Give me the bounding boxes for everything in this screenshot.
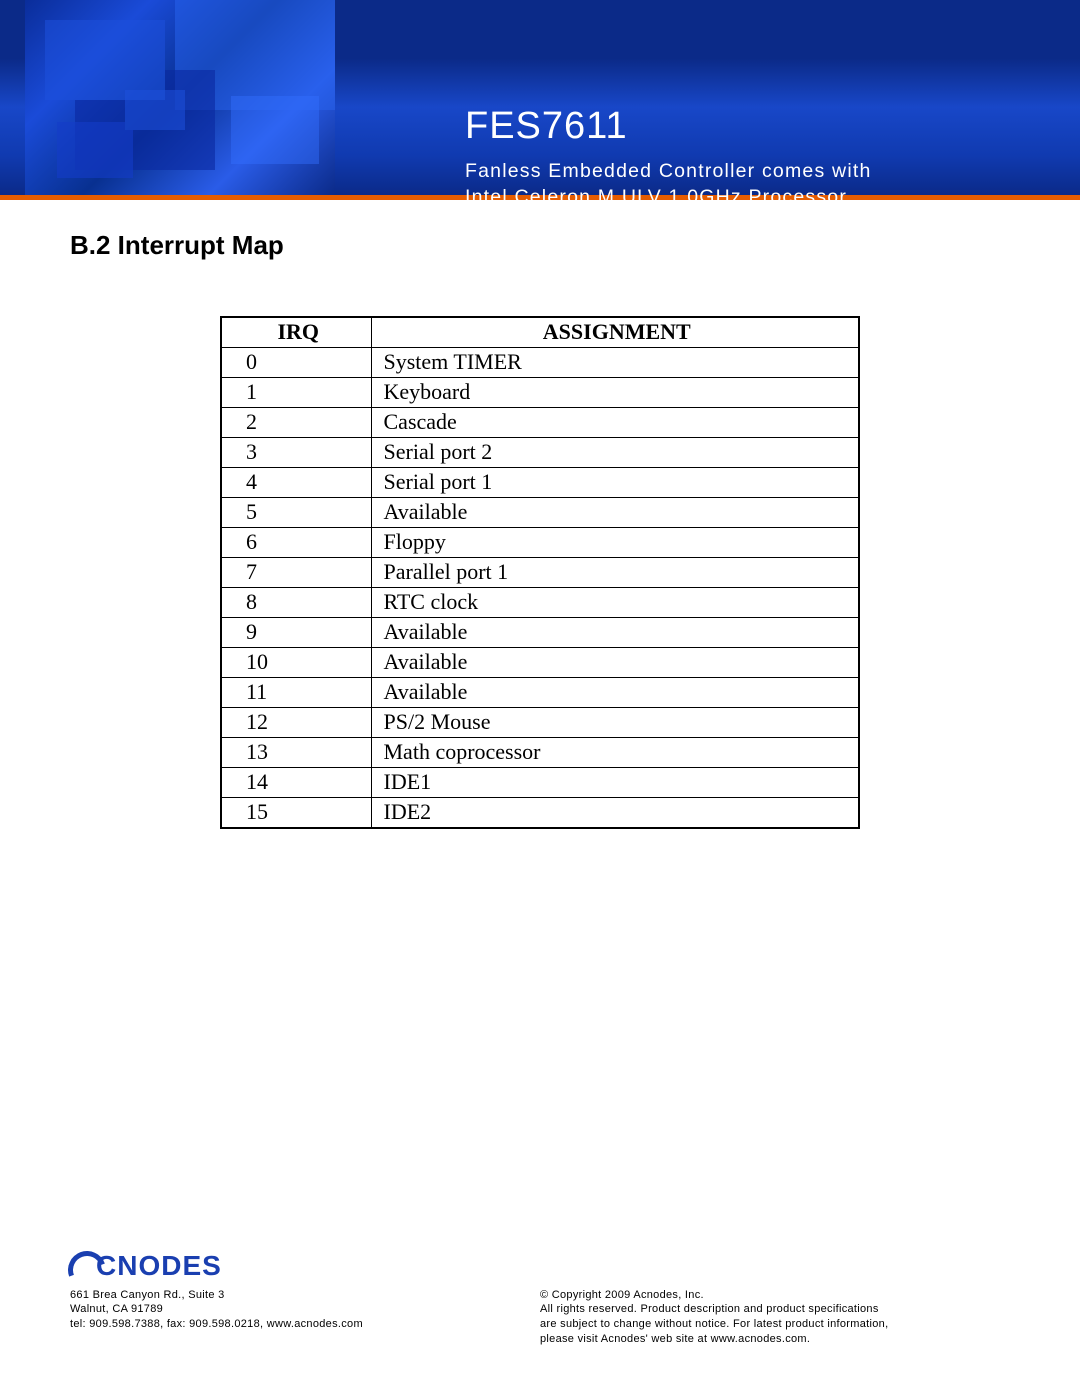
irq-cell: 6	[221, 528, 371, 558]
assignment-cell: Math coprocessor	[371, 738, 859, 768]
interrupt-map-table: IRQ ASSIGNMENT 0System TIMER1Keyboard2Ca…	[220, 316, 860, 829]
subtitle-line-1: Fanless Embedded Controller comes with	[465, 158, 872, 184]
table-row: 10Available	[221, 648, 859, 678]
assignment-cell: IDE2	[371, 798, 859, 829]
legal-line-2: are subject to change without notice. Fo…	[540, 1317, 1010, 1332]
irq-cell: 11	[221, 678, 371, 708]
header-decorative-image	[25, 0, 335, 195]
assignment-cell: Serial port 1	[371, 468, 859, 498]
footer-legal-block: © Copyright 2009 Acnodes, Inc. All right…	[540, 1288, 1010, 1347]
copyright-line: © Copyright 2009 Acnodes, Inc.	[540, 1288, 1010, 1303]
section-heading: B.2 Interrupt Map	[70, 230, 1010, 261]
logo-arc-icon	[70, 1249, 94, 1283]
table-row: 2Cascade	[221, 408, 859, 438]
irq-cell: 10	[221, 648, 371, 678]
table-row: 7Parallel port 1	[221, 558, 859, 588]
col-header-assignment: ASSIGNMENT	[371, 317, 859, 348]
assignment-cell: Available	[371, 648, 859, 678]
footer-logo-row: CNODES	[70, 1249, 1010, 1283]
page-footer: CNODES 661 Brea Canyon Rd., Suite 3 Waln…	[70, 1249, 1010, 1347]
table-row: 12PS/2 Mouse	[221, 708, 859, 738]
irq-cell: 12	[221, 708, 371, 738]
table-row: 4Serial port 1	[221, 468, 859, 498]
table-row: 5Available	[221, 498, 859, 528]
irq-cell: 8	[221, 588, 371, 618]
irq-cell: 3	[221, 438, 371, 468]
col-header-irq: IRQ	[221, 317, 371, 348]
product-subtitle: Fanless Embedded Controller comes with I…	[465, 158, 872, 211]
footer-address-block: 661 Brea Canyon Rd., Suite 3 Walnut, CA …	[70, 1288, 521, 1347]
page-header: FES7611 Fanless Embedded Controller come…	[0, 0, 1080, 195]
table-row: 1Keyboard	[221, 378, 859, 408]
contact-line: tel: 909.598.7388, fax: 909.598.0218, ww…	[70, 1317, 521, 1332]
irq-cell: 0	[221, 348, 371, 378]
footer-columns: 661 Brea Canyon Rd., Suite 3 Walnut, CA …	[70, 1288, 1010, 1347]
header-text-block: FES7611 Fanless Embedded Controller come…	[465, 105, 872, 211]
irq-cell: 9	[221, 618, 371, 648]
table-row: 15IDE2	[221, 798, 859, 829]
assignment-cell: Available	[371, 498, 859, 528]
content-area: B.2 Interrupt Map IRQ ASSIGNMENT 0System…	[0, 200, 1080, 829]
assignment-cell: Available	[371, 678, 859, 708]
assignment-cell: Serial port 2	[371, 438, 859, 468]
table-header-row: IRQ ASSIGNMENT	[221, 317, 859, 348]
address-line-2: Walnut, CA 91789	[70, 1302, 521, 1317]
irq-cell: 4	[221, 468, 371, 498]
irq-cell: 2	[221, 408, 371, 438]
subtitle-line-2: Intel Celeron M ULV 1.0GHz Processor	[465, 184, 872, 210]
table-row: 3Serial port 2	[221, 438, 859, 468]
irq-cell: 1	[221, 378, 371, 408]
company-logo: CNODES	[70, 1249, 222, 1283]
irq-cell: 13	[221, 738, 371, 768]
assignment-cell: System TIMER	[371, 348, 859, 378]
table-row: 0System TIMER	[221, 348, 859, 378]
irq-cell: 14	[221, 768, 371, 798]
assignment-cell: Cascade	[371, 408, 859, 438]
table-row: 6Floppy	[221, 528, 859, 558]
assignment-cell: Floppy	[371, 528, 859, 558]
legal-line-3: please visit Acnodes' web site at www.ac…	[540, 1332, 1010, 1347]
irq-cell: 15	[221, 798, 371, 829]
assignment-cell: IDE1	[371, 768, 859, 798]
address-line-1: 661 Brea Canyon Rd., Suite 3	[70, 1288, 521, 1303]
table-row: 11Available	[221, 678, 859, 708]
table-row: 13Math coprocessor	[221, 738, 859, 768]
logo-text: CNODES	[96, 1250, 222, 1282]
legal-line-1: All rights reserved. Product description…	[540, 1302, 1010, 1317]
table-row: 9Available	[221, 618, 859, 648]
assignment-cell: PS/2 Mouse	[371, 708, 859, 738]
assignment-cell: Keyboard	[371, 378, 859, 408]
assignment-cell: Parallel port 1	[371, 558, 859, 588]
irq-cell: 7	[221, 558, 371, 588]
assignment-cell: Available	[371, 618, 859, 648]
irq-cell: 5	[221, 498, 371, 528]
table-row: 14IDE1	[221, 768, 859, 798]
product-title: FES7611	[465, 105, 872, 148]
table-row: 8RTC clock	[221, 588, 859, 618]
assignment-cell: RTC clock	[371, 588, 859, 618]
